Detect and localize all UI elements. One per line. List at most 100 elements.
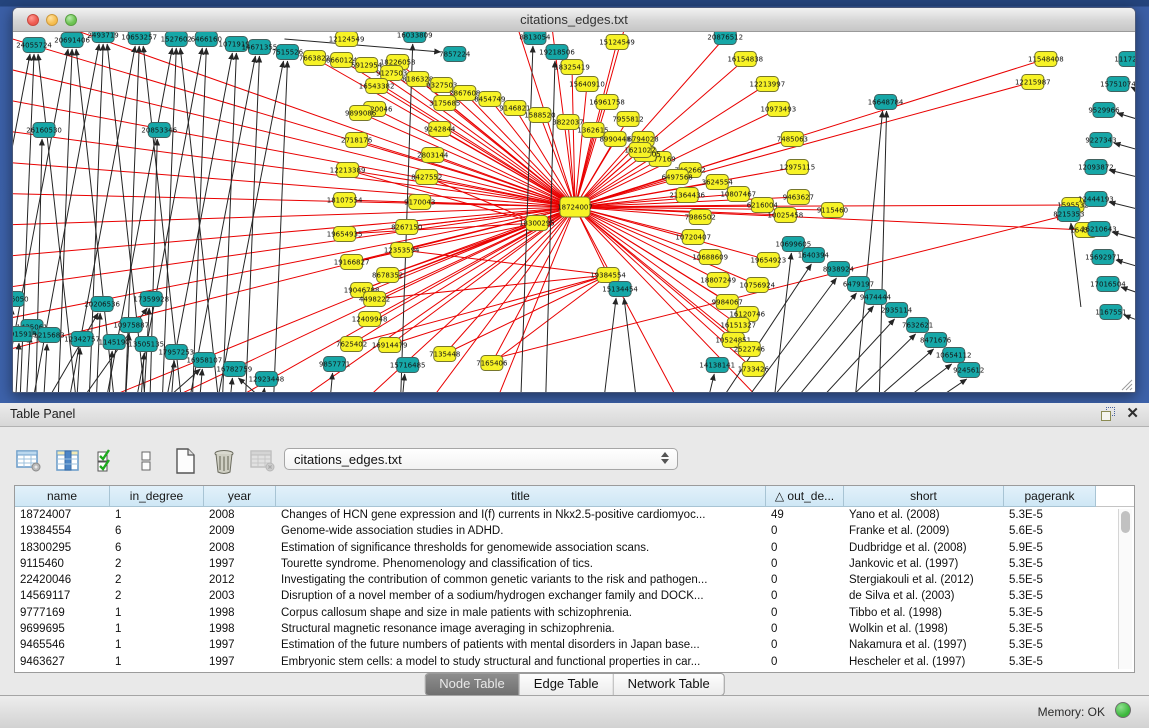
citation-edge-black[interactable] [700, 374, 714, 392]
graph-node[interactable]: 18325419 [554, 60, 590, 75]
graph-node[interactable]: 7857224 [439, 47, 471, 62]
graph-node[interactable]: 14138141 [699, 358, 735, 373]
graph-node[interactable]: 15751074 [1100, 77, 1135, 92]
citation-edge-red[interactable] [390, 275, 608, 345]
graph-node[interactable]: 7955812 [612, 112, 643, 127]
graph-node[interactable]: 9227343 [1085, 133, 1116, 148]
graph-node[interactable]: 19218506 [539, 45, 575, 60]
citation-edge-black[interactable] [624, 298, 640, 392]
graph-node[interactable]: 10688609 [692, 250, 728, 265]
graph-node[interactable]: 12213997 [750, 77, 786, 92]
citation-edge-black[interactable] [863, 364, 952, 392]
graph-node[interactable]: 6216004 [747, 198, 779, 213]
graph-node[interactable]: 19654923 [751, 253, 787, 268]
column-header-in-degree[interactable]: in_degree [110, 486, 204, 507]
graph-node[interactable]: 9170043 [404, 195, 435, 210]
graph-node[interactable]: 17359928 [133, 292, 169, 307]
graph-node[interactable]: 12353594 [384, 243, 420, 258]
citation-edge-black[interactable] [272, 61, 287, 392]
graph-node[interactable]: 10720407 [675, 230, 711, 245]
graph-node[interactable]: 7663822 [299, 51, 330, 66]
graph-node[interactable]: 15134454 [602, 282, 638, 297]
graph-node[interactable]: 17016504 [1090, 277, 1126, 292]
graph-node[interactable]: 6466160 [191, 32, 222, 47]
column-header-short[interactable]: short [844, 486, 1004, 507]
citation-edge-red[interactable] [13, 207, 575, 262]
citation-edge-black[interactable] [161, 53, 232, 392]
graph-node[interactable]: 1527602 [161, 32, 192, 47]
table-row[interactable]: 1938455462009Genome-wide association stu… [15, 523, 1134, 539]
table-row[interactable]: 2242004622012Investigating the contribut… [15, 572, 1134, 588]
network-window[interactable]: citations_edges.txt 18724007183002958660… [12, 7, 1136, 393]
graph-node[interactable]: 16033809 [397, 32, 433, 43]
table-row[interactable]: 946554611997Estimation of the future num… [15, 637, 1134, 653]
window-titlebar[interactable]: citations_edges.txt [13, 8, 1135, 32]
citation-edge-black[interactable] [600, 298, 616, 392]
graph-node[interactable]: 8813054 [519, 32, 551, 45]
graph-node[interactable]: 9242844 [424, 122, 456, 137]
citation-edge-red[interactable] [352, 275, 608, 344]
graph-node[interactable]: 12975115 [780, 160, 816, 175]
graph-node[interactable]: 15716485 [390, 358, 426, 373]
citation-edge-black[interactable] [1114, 143, 1135, 153]
graph-node[interactable]: 16154838 [727, 52, 763, 67]
graph-node[interactable]: 2935114 [881, 303, 913, 318]
graph-node[interactable]: 19166827 [334, 255, 370, 270]
table-row[interactable]: 969969511998Structural magnetic resonanc… [15, 621, 1134, 637]
graph-node[interactable]: 7135448 [429, 347, 460, 362]
scrollbar-thumb[interactable] [1121, 511, 1130, 533]
graph-node[interactable]: 12093872 [1078, 160, 1114, 175]
graph-node[interactable]: 7632621 [902, 318, 933, 333]
citation-edge-black[interactable] [169, 361, 174, 392]
table-row[interactable]: 1830029562008Estimation of significance … [15, 540, 1134, 556]
citation-edge-black[interactable] [1117, 113, 1135, 123]
graph-node[interactable]: 12923448 [249, 372, 285, 387]
graph-node[interactable]: 9115460 [817, 203, 848, 218]
table-row[interactable]: 911546021997Tourette syndrome. Phenomeno… [15, 556, 1134, 572]
trash-icon[interactable] [209, 447, 239, 475]
graph-node[interactable]: 10653257 [121, 32, 157, 45]
citation-edge-black[interactable] [328, 373, 333, 392]
graph-node[interactable]: 9529966 [1088, 103, 1120, 118]
graph-node[interactable]: 12215987 [1015, 75, 1051, 90]
close-panel-icon[interactable]: ✕ [1126, 405, 1139, 423]
column-header-name[interactable]: name [15, 486, 110, 507]
graph-node[interactable]: 12124549 [329, 32, 365, 47]
column-header-out-degree-sorted[interactable]: △ out_de... [766, 486, 844, 507]
graph-node[interactable]: 18724007 [557, 197, 593, 217]
table-scrollbar[interactable] [1118, 509, 1132, 669]
network-view[interactable]: 1872400718300295866012459129541822605891… [13, 32, 1135, 392]
graph-node[interactable]: 8678352 [372, 268, 403, 283]
citation-edge-black[interactable] [1131, 87, 1135, 97]
citation-edge-black[interactable] [1121, 287, 1135, 297]
graph-node[interactable]: 2516050 [13, 292, 29, 307]
graph-node[interactable]: 12409948 [352, 312, 388, 327]
citation-edge-red[interactable] [445, 275, 608, 354]
graph-node[interactable]: 7165406 [476, 356, 508, 371]
new-document-icon[interactable] [170, 447, 200, 475]
graph-node[interactable]: 1117205 [1114, 52, 1135, 67]
graph-node[interactable]: 18107554 [327, 193, 363, 208]
citation-edge-black[interactable] [1109, 170, 1135, 180]
table-selector-dropdown[interactable]: citations_edges.txt [284, 448, 678, 470]
citation-edge-black[interactable] [42, 344, 47, 392]
graph-node[interactable]: 1621022 [625, 143, 656, 158]
graph-node[interactable]: 20876512 [707, 32, 743, 45]
graph-node[interactable]: 8990448 [599, 132, 630, 147]
graph-node[interactable]: 15124549 [599, 35, 635, 50]
table-column-icon[interactable] [53, 447, 83, 475]
citation-edge-black[interactable] [400, 374, 405, 392]
citation-edge-black[interactable] [770, 253, 791, 392]
citation-edge-black[interactable] [1112, 232, 1135, 242]
graph-node[interactable]: 1640394 [798, 248, 830, 263]
graph-node[interactable]: 10975887 [113, 318, 149, 333]
graph-node[interactable]: 2522746 [734, 342, 766, 357]
graph-node[interactable]: 1145190 [99, 335, 130, 350]
tab-node-table[interactable]: Node Table [425, 674, 520, 695]
tab-edge-table[interactable]: Edge Table [520, 674, 614, 695]
citation-edge-red[interactable] [492, 275, 608, 363]
table-row[interactable]: 1872400712008Changes of HCN gene express… [15, 507, 1134, 523]
graph-node[interactable]: 2493719 [88, 32, 119, 43]
citation-edge-black[interactable] [1124, 315, 1135, 325]
graph-node[interactable]: 8215353 [1053, 207, 1084, 222]
